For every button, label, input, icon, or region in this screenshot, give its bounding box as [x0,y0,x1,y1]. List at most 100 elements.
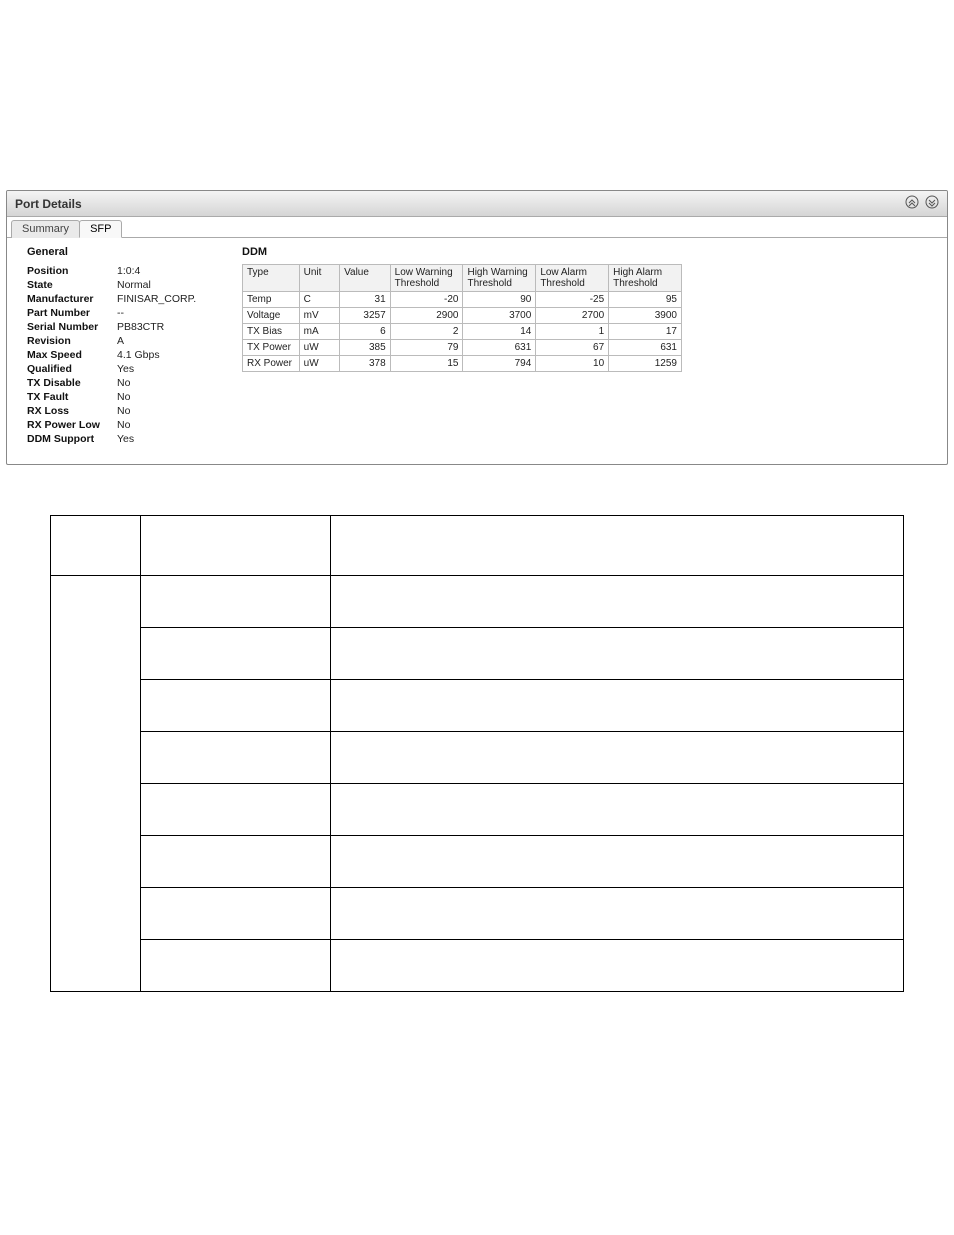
doc-table-section [0,515,954,992]
kv-value: PB83CTR [117,321,164,333]
ddm-cell: -20 [390,292,463,308]
doc-cell [141,680,331,732]
doc-cell [141,888,331,940]
kv-value: Yes [117,363,134,375]
kv-label: DDM Support [27,433,117,445]
ddm-cell: 794 [463,356,536,372]
doc-table-row [51,888,904,940]
doc-table-row [51,576,904,628]
kv-row: TX DisableNo [27,376,222,390]
doc-table-row [51,940,904,992]
doc-cell [331,784,904,836]
port-details-panel: Port Details Summary SFP General Positio… [6,190,948,465]
doc-cell [331,888,904,940]
ddm-cell: 2 [390,324,463,340]
kv-row: Position1:0:4 [27,264,222,278]
ddm-cell: 3700 [463,308,536,324]
doc-cell [141,516,331,576]
kv-label: State [27,279,117,291]
doc-table [50,515,904,992]
kv-value: FINISAR_CORP. [117,293,196,305]
ddm-cell: mV [299,308,339,324]
kv-value: Yes [117,433,134,445]
ddm-row: Voltage mV 3257 2900 3700 2700 3900 [243,308,682,324]
kv-row: Part Number-- [27,306,222,320]
kv-value: No [117,391,130,403]
doc-cell [51,516,141,576]
ddm-cell: C [299,292,339,308]
ddm-cell: 631 [609,340,682,356]
kv-value: No [117,419,130,431]
ddm-cell: 3257 [340,308,391,324]
tab-summary[interactable]: Summary [11,220,80,238]
doc-cell [141,940,331,992]
doc-table-row [51,628,904,680]
ddm-cell: uW [299,340,339,356]
tabs: Summary SFP [7,217,947,238]
collapse-all-icon[interactable] [905,195,919,212]
ddm-row: TX Power uW 385 79 631 67 631 [243,340,682,356]
ddm-th: High Alarm Threshold [609,265,682,292]
ddm-cell: RX Power [243,356,300,372]
doc-cell [331,576,904,628]
doc-cell [141,836,331,888]
doc-cell [331,516,904,576]
ddm-section: DDM Type Unit Value Low Warning Threshol… [242,246,933,446]
ddm-heading: DDM [242,246,933,258]
general-section: General Position1:0:4 StateNormal Manufa… [27,246,222,446]
ddm-th: Unit [299,265,339,292]
doc-table-row [51,732,904,784]
ddm-th: Low Warning Threshold [390,265,463,292]
ddm-row: RX Power uW 378 15 794 10 1259 [243,356,682,372]
panel-titlebar: Port Details [7,191,947,217]
ddm-cell: 14 [463,324,536,340]
ddm-cell: -25 [536,292,609,308]
kv-row: RevisionA [27,334,222,348]
kv-value: -- [117,307,124,319]
kv-label: Qualified [27,363,117,375]
panel-body: General Position1:0:4 StateNormal Manufa… [7,238,947,464]
ddm-cell: TX Power [243,340,300,356]
ddm-cell: 67 [536,340,609,356]
doc-table-row [51,680,904,732]
kv-label: RX Loss [27,405,117,417]
ddm-cell: 2900 [390,308,463,324]
ddm-cell: 631 [463,340,536,356]
ddm-cell: uW [299,356,339,372]
ddm-table: Type Unit Value Low Warning Threshold Hi… [242,264,682,372]
kv-row: RX LossNo [27,404,222,418]
doc-cell [331,836,904,888]
ddm-cell: TX Bias [243,324,300,340]
kv-value: No [117,405,130,417]
doc-table-row [51,784,904,836]
doc-cell [141,732,331,784]
expand-all-icon[interactable] [925,195,939,212]
doc-cell [51,576,141,992]
ddm-cell: 378 [340,356,391,372]
kv-value: 4.1 Gbps [117,349,160,361]
ddm-cell: 79 [390,340,463,356]
ddm-row: TX Bias mA 6 2 14 1 17 [243,324,682,340]
ddm-cell: Voltage [243,308,300,324]
ddm-th: Type [243,265,300,292]
ddm-cell: 90 [463,292,536,308]
tab-sfp[interactable]: SFP [79,220,122,238]
doc-cell [331,940,904,992]
panel-title-text: Port Details [15,197,82,211]
kv-label: Manufacturer [27,293,117,305]
ddm-cell: mA [299,324,339,340]
ddm-row: Temp C 31 -20 90 -25 95 [243,292,682,308]
ddm-cell: 95 [609,292,682,308]
general-heading: General [27,246,222,258]
kv-row: TX FaultNo [27,390,222,404]
kv-row: QualifiedYes [27,362,222,376]
ddm-cell: 1259 [609,356,682,372]
doc-cell [141,576,331,628]
doc-table-header-row [51,516,904,576]
kv-row: StateNormal [27,278,222,292]
ddm-th: High Warning Threshold [463,265,536,292]
doc-cell [331,628,904,680]
kv-label: RX Power Low [27,419,117,431]
kv-label: Position [27,265,117,277]
kv-value: 1:0:4 [117,265,140,277]
